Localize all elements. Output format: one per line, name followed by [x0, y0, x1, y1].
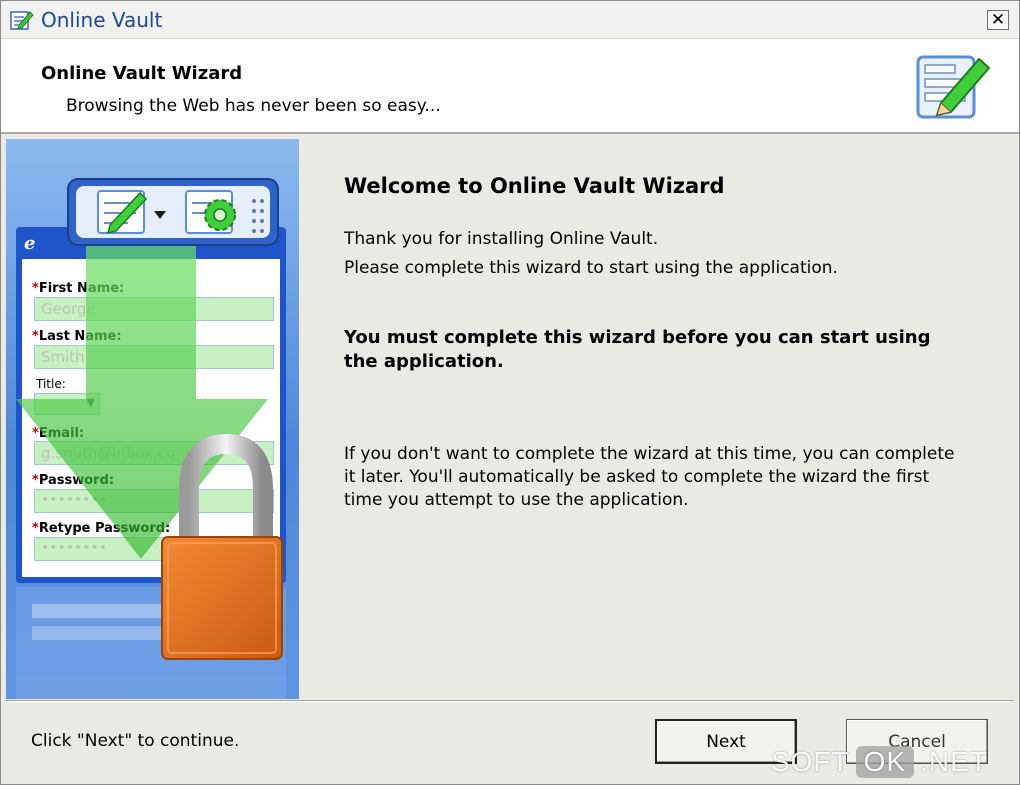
wizard-title: Online Vault Wizard: [41, 63, 243, 84]
footer-hint: Click "Next" to continue.: [31, 731, 240, 751]
welcome-heading: Welcome to Online Vault Wizard: [344, 174, 725, 198]
close-button[interactable]: ✕: [987, 10, 1009, 30]
gear-form-icon: [185, 190, 236, 234]
watermark: SOFT OK .NET: [771, 743, 988, 781]
intro-line-2: Please complete this wizard to start usi…: [344, 258, 838, 278]
close-icon: ✕: [990, 9, 1006, 30]
watermark-right: .NET: [920, 746, 988, 777]
illustration-overlay: [16, 178, 283, 660]
wizard-header: Online Vault Wizard Browsing the Web has…: [1, 39, 1019, 134]
later-notice: If you don't want to complete the wizard…: [344, 444, 955, 510]
required-notice: You must complete this wizard before you…: [344, 327, 931, 372]
wizard-subtitle: Browsing the Web has never been so easy.…: [66, 96, 441, 116]
wizard-content: Welcome to Online Vault Wizard Thank you…: [299, 139, 1013, 699]
window-title: Online Vault: [41, 8, 163, 32]
title-bar: Online Vault ✕: [1, 1, 1019, 39]
watermark-left: SOFT: [771, 746, 850, 777]
green-arrow-graphic: [16, 239, 268, 559]
intro-text: Thank you for installing Online Vault. P…: [344, 225, 838, 283]
notepad-pencil-icon: [916, 55, 991, 119]
wizard-window: Online Vault ✕ Online Vault Wizard Brows…: [0, 0, 1020, 785]
footer-separator: [6, 700, 1014, 702]
watermark-middle: OK: [855, 746, 915, 778]
padlock-icon: [161, 433, 283, 660]
notepad-pencil-icon: [10, 11, 34, 30]
pencil-form-icon: [97, 190, 148, 235]
intro-line-1: Thank you for installing Online Vault.: [344, 229, 659, 249]
side-illustration: e *First Name: George *Last Name: Smith …: [6, 139, 299, 699]
